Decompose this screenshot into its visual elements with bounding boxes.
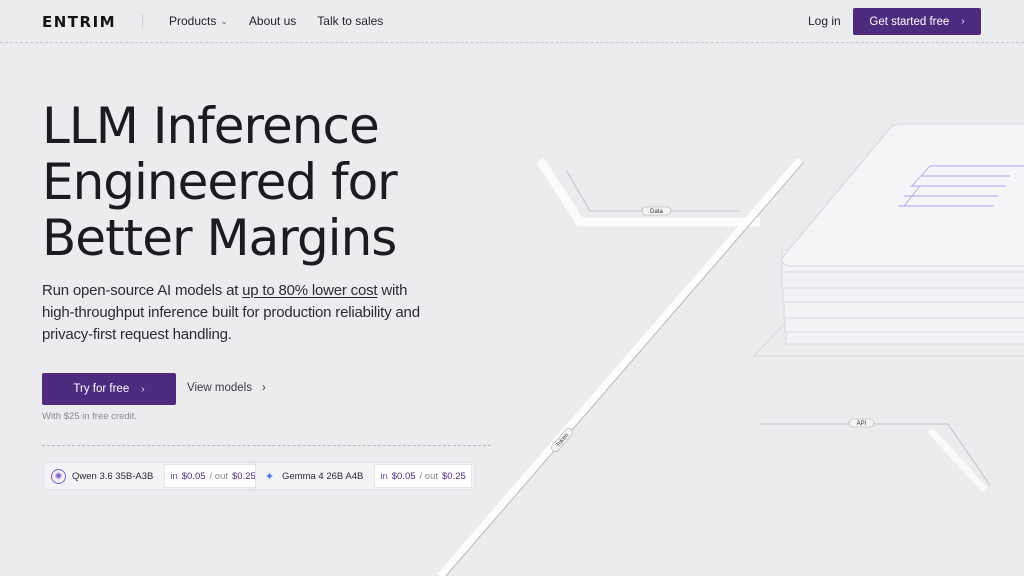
token-chip: Token	[551, 428, 573, 452]
glow-band-corner	[927, 427, 988, 493]
get-started-label: Get started free	[869, 15, 950, 28]
diagonal-highlight	[555, 431, 573, 453]
view-models-label: View models	[187, 382, 252, 394]
model-name: Gemma 4 26B A4B	[282, 470, 364, 482]
price-in-label: in	[380, 470, 388, 482]
model-card-gemma[interactable]: ✦ Gemma 4 26B A4B in $0.05 / out $0.25	[255, 462, 475, 490]
price-out-value: $0.25	[442, 470, 466, 482]
price-out-label: / out	[209, 470, 229, 482]
data-chip: Data	[641, 206, 672, 216]
header-divider	[142, 14, 143, 28]
nav-products-label: Products	[169, 14, 217, 28]
gemma-logo-icon: ✦	[264, 470, 275, 483]
nav-sales-label: Talk to sales	[317, 14, 384, 28]
price-in-value: $0.05	[391, 470, 416, 482]
svg-text:Token: Token	[555, 433, 570, 449]
chevron-right-icon: ›	[262, 382, 266, 394]
chevron-right-icon: ›	[141, 383, 145, 395]
model-price: in $0.05 / out $0.25	[164, 464, 262, 488]
model-price: in $0.05 / out $0.25	[374, 464, 472, 488]
model-card-qwen[interactable]: ✺ Qwen 3.6 35B-A3B in $0.05 / out $0.25	[43, 462, 265, 490]
free-credit-note: With $25 in free credit.	[42, 411, 138, 422]
data-line	[565, 169, 740, 212]
svg-text:Data: Data	[650, 209, 663, 215]
nav-talk-to-sales[interactable]: Talk to sales	[317, 14, 383, 28]
price-in-value: $0.05	[181, 470, 206, 482]
subtitle-text-before: Run open-source AI models at	[42, 282, 243, 299]
brand-logo[interactable]: ENTRIM	[42, 13, 117, 31]
hero-subtitle: Run open-source AI models at up to 80% l…	[42, 280, 442, 346]
model-name: Qwen 3.6 35B-A3B	[72, 470, 154, 482]
brand-logo-text: ENTRIM	[42, 13, 117, 31]
glow-band-top	[536, 157, 760, 227]
login-link[interactable]: Log in	[808, 14, 841, 28]
get-started-button[interactable]: Get started free ›	[853, 8, 981, 35]
api-line	[760, 423, 991, 486]
svg-text:API: API	[857, 421, 867, 427]
main-nav: Products ⌄ About us Talk to sales	[169, 0, 383, 42]
headline-line-3: Better Margins	[42, 209, 397, 267]
try-for-free-label: Try for free	[73, 383, 130, 395]
headline-line-1: LLM Inference	[42, 97, 380, 155]
price-out-label: / out	[419, 470, 439, 482]
nav-about-label: About us	[248, 14, 297, 28]
price-in-label: in	[170, 470, 178, 482]
api-chip: API	[848, 418, 875, 428]
qwen-logo-icon: ✺	[51, 468, 66, 484]
headline-line-2: Engineered for	[42, 153, 398, 211]
price-out-value: $0.25	[232, 470, 256, 482]
chevron-down-icon: ⌄	[220, 15, 228, 26]
server-stack	[753, 123, 1024, 357]
site-header: ENTRIM Products ⌄ About us Talk to sales…	[0, 0, 1024, 43]
hero-headline: LLM Inference Engineered for Better Marg…	[42, 98, 522, 266]
view-models-link[interactable]: View models ›	[187, 382, 266, 394]
section-divider	[42, 445, 491, 446]
nav-about[interactable]: About us	[249, 14, 296, 28]
nav-products[interactable]: Products ⌄	[169, 14, 228, 28]
chevron-right-icon: ›	[961, 16, 965, 27]
cost-savings-link[interactable]: up to 80% lower cost	[242, 282, 377, 299]
try-for-free-button[interactable]: Try for free ›	[42, 373, 176, 405]
